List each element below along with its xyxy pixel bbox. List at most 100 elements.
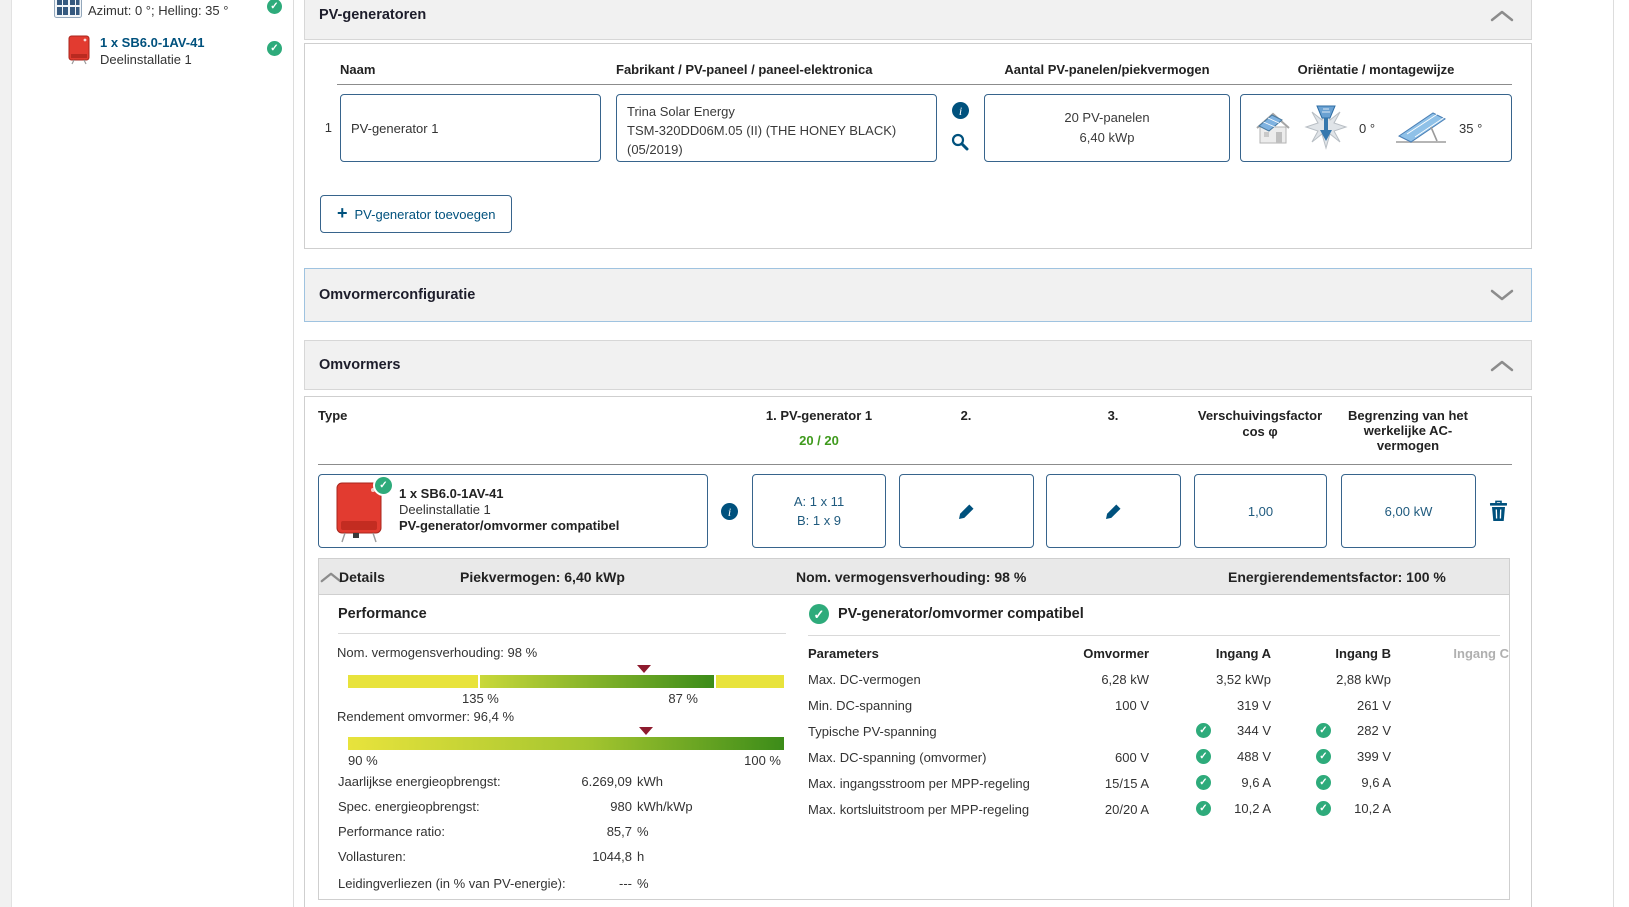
param-ingang-a: 488 V bbox=[1161, 749, 1271, 764]
pv-array-icon bbox=[54, 0, 82, 18]
section-header-pv-generatoren[interactable]: PV-generatoren bbox=[304, 0, 1532, 40]
section-title: Omvormerconfiguratie bbox=[319, 287, 476, 303]
info-icon[interactable]: i bbox=[721, 503, 738, 520]
param-ingang-a: 9,6 A bbox=[1161, 775, 1271, 790]
sidebar-item-subtitle: Azimut: 0 °; Helling: 35 ° bbox=[88, 3, 229, 18]
param-label: Typische PV-spanning bbox=[808, 724, 937, 739]
check-icon bbox=[1196, 801, 1211, 816]
check-icon bbox=[1316, 723, 1331, 738]
inverter-type-box[interactable]: 1 x SB6.0-1AV-41 Deelinstallatie 1 PV-ge… bbox=[318, 474, 708, 548]
params-header: Parameters bbox=[808, 646, 879, 661]
column-header-gen3: 3. bbox=[1107, 408, 1119, 423]
add-pv-generator-button[interactable]: + PV-generator toevoegen bbox=[320, 195, 513, 233]
add-pv-generator-label: PV-generator toevoegen bbox=[354, 206, 496, 222]
module-type: TSM-320DD06M.05 (II) (THE HONEY BLACK) bbox=[627, 123, 897, 138]
info-icon[interactable]: i bbox=[952, 102, 969, 119]
orientation-box[interactable]: 0 ° 35 ° bbox=[1240, 94, 1512, 162]
inverter-subtitle: Deelinstallatie 1 bbox=[399, 502, 491, 517]
ratio-bar-label: Nom. vermogensverhouding: 98 % bbox=[337, 645, 538, 660]
param-ingang-b: 9,6 A bbox=[1281, 775, 1391, 790]
section-title: Omvormers bbox=[319, 357, 401, 373]
header-underline bbox=[337, 84, 1512, 85]
sidebar-item-inverter[interactable]: 1 x SB6.0-1AV-41 Deelinstallatie 1 bbox=[54, 33, 314, 69]
gen1-string-config-box[interactable]: A: 1 x 11 B: 1 x 9 bbox=[752, 474, 886, 548]
column-header-gen2: 2. bbox=[960, 408, 972, 423]
efficiency-bar-right-label: 100 % bbox=[744, 753, 781, 768]
check-icon bbox=[1316, 775, 1331, 790]
params-header-ingang-b: Ingang B bbox=[1335, 646, 1391, 661]
stat-unit: % bbox=[637, 876, 649, 891]
param-label: Max. kortsluitstroom per MPP-regeling bbox=[808, 802, 1030, 817]
inverter-status: PV-generator/omvormer compatibel bbox=[399, 518, 620, 533]
ac-limit-value: 6,00 kW bbox=[1384, 503, 1433, 519]
chevron-up-icon[interactable] bbox=[1489, 359, 1515, 372]
check-icon bbox=[1316, 801, 1331, 816]
param-ingang-b: 10,2 A bbox=[1281, 801, 1391, 816]
left-scrollbar-track[interactable] bbox=[0, 0, 12, 907]
check-icon bbox=[1196, 749, 1211, 764]
stat-value: 980 bbox=[610, 799, 632, 814]
stat-unit: kWh bbox=[637, 774, 663, 789]
cosphi-field[interactable]: 1,00 bbox=[1194, 474, 1327, 548]
stat-label: Spec. energieopbrengst: bbox=[338, 799, 480, 814]
efficiency-bar-label: Rendement omvormer: 96,4 % bbox=[337, 709, 515, 724]
sidebar-item-pv-generator[interactable]: Azimut: 0 °; Helling: 35 ° bbox=[54, 0, 314, 24]
details-toggle-bar[interactable]: Details Piekvermogen: 6,40 kWp Nom. verm… bbox=[318, 558, 1510, 595]
check-icon bbox=[809, 604, 829, 624]
stat-value: 1044,8 bbox=[592, 849, 632, 864]
param-label: Min. DC-spanning bbox=[808, 698, 913, 713]
sidebar-item-title: 1 x SB6.0-1AV-41 bbox=[100, 35, 205, 50]
azimuth-value: 0 ° bbox=[1359, 120, 1376, 136]
stat-label: Performance ratio: bbox=[338, 824, 445, 839]
header-underline bbox=[318, 464, 1512, 465]
cosphi-value: 1,00 bbox=[1247, 503, 1274, 519]
performance-title: Performance bbox=[338, 606, 427, 622]
param-ingang-a: 319 V bbox=[1237, 698, 1271, 713]
generator-name-input[interactable] bbox=[341, 95, 600, 161]
ac-limit-field[interactable]: 6,00 kW bbox=[1341, 474, 1476, 548]
tilt-value: 35 ° bbox=[1459, 120, 1483, 136]
gen2-edit-box[interactable] bbox=[899, 474, 1034, 548]
divider bbox=[808, 635, 1500, 636]
chevron-down-icon[interactable] bbox=[1489, 289, 1515, 302]
stat-unit: % bbox=[637, 824, 649, 839]
row-index: 1 bbox=[324, 120, 332, 135]
gen3-edit-box[interactable] bbox=[1046, 474, 1181, 548]
column-header-cosphi: Verschuivingsfactor cos φ bbox=[1197, 408, 1323, 439]
efficiency-bar bbox=[348, 737, 784, 750]
panel-count-box[interactable]: 20 PV-panelen 6,40 kWp bbox=[984, 94, 1230, 162]
param-ingang-b: 2,88 kWp bbox=[1336, 672, 1391, 687]
params-header-omvormer: Omvormer bbox=[1083, 646, 1149, 661]
column-header-orientatie: Oriëntatie / montagewijze bbox=[1297, 62, 1455, 77]
vertical-scrollbar[interactable] bbox=[1613, 0, 1629, 907]
efficiency-marker bbox=[639, 727, 653, 735]
pencil-icon bbox=[1105, 503, 1122, 520]
section-header-omvormerconfiguratie[interactable]: Omvormerconfiguratie bbox=[304, 268, 1532, 322]
param-label: Max. DC-spanning (omvormer) bbox=[808, 750, 987, 765]
main-content: PV-generatoren Naam Fabrikant / PV-panee… bbox=[304, 0, 1532, 907]
string-b: B: 1 x 9 bbox=[796, 513, 842, 528]
search-icon[interactable] bbox=[951, 133, 969, 151]
divider bbox=[338, 633, 786, 634]
stat-value: 85,7 bbox=[606, 824, 632, 839]
stat-value: --- bbox=[619, 876, 632, 891]
chevron-up-icon[interactable] bbox=[1489, 9, 1515, 22]
column-header-fabrikant: Fabrikant / PV-paneel / paneel-elektroni… bbox=[616, 62, 873, 77]
details-ratio: Nom. vermogensverhouding: 98 % bbox=[796, 568, 1027, 585]
compat-title: PV-generator/omvormer compatibel bbox=[838, 606, 1084, 622]
details-energy-factor: Energierendementsfactor: 100 % bbox=[1228, 568, 1446, 585]
trash-icon[interactable] bbox=[1489, 500, 1508, 522]
ratio-marker bbox=[637, 665, 651, 673]
pencil-icon bbox=[958, 503, 975, 520]
param-omvormer: 600 V bbox=[1115, 750, 1149, 765]
generator-name-field[interactable] bbox=[340, 94, 601, 162]
param-omvormer: 6,28 kW bbox=[1101, 672, 1149, 687]
section-header-omvormers[interactable]: Omvormers bbox=[304, 340, 1532, 390]
module-date: (05/2019) bbox=[627, 142, 683, 157]
details-label: Details bbox=[339, 568, 385, 585]
stat-label: Jaarlijkse energieopbrengst: bbox=[338, 774, 501, 789]
tilt-panel-icon bbox=[1393, 109, 1449, 147]
check-icon bbox=[267, 41, 282, 56]
param-label: Max. DC-vermogen bbox=[808, 672, 921, 687]
module-select-box[interactable]: Trina Solar Energy TSM-320DD06M.05 (II) … bbox=[616, 94, 937, 162]
